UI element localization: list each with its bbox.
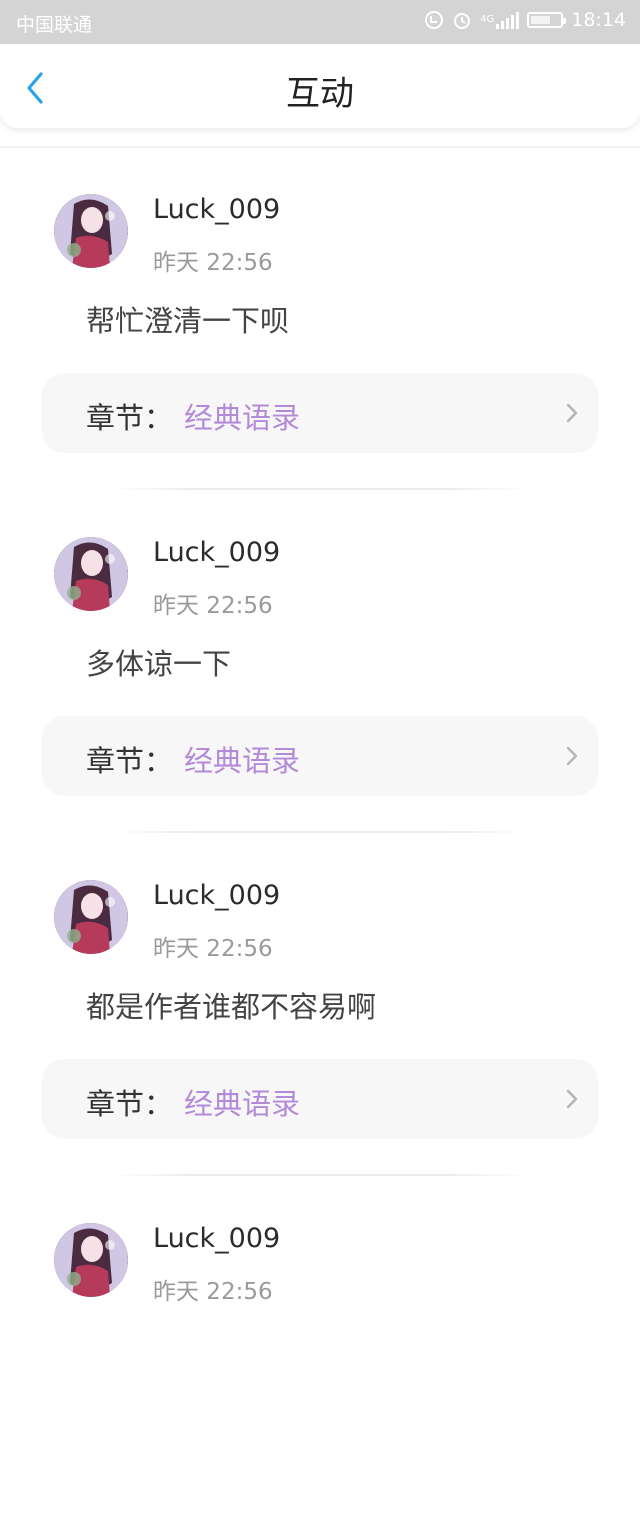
timestamp: 昨天 22:56	[153, 1279, 273, 1305]
item-divider	[110, 831, 530, 833]
network-type-label: 4G	[480, 14, 495, 25]
avatar-image	[54, 194, 128, 268]
avatar-image	[54, 880, 128, 954]
chapter-name: 经典语录	[184, 1087, 301, 1121]
chevron-right-icon	[566, 746, 578, 766]
username[interactable]: Luck_009	[153, 880, 280, 911]
chapter-link[interactable]: 章节： 经典语录	[42, 1059, 598, 1139]
chapter-link[interactable]: 章节： 经典语录	[42, 716, 598, 796]
comment-text: 都是作者谁都不容易啊	[86, 990, 377, 1024]
chapter-label: 章节：	[86, 401, 174, 435]
comment-item[interactable]: Luck_009 昨天 22:56 多体谅一下 章节： 经典语录	[0, 491, 640, 834]
status-bar: 中国联通 4G 18:14	[0, 0, 640, 44]
avatar[interactable]	[54, 1223, 128, 1297]
avatar[interactable]	[54, 880, 128, 954]
username[interactable]: Luck_009	[153, 537, 280, 568]
avatar[interactable]	[54, 537, 128, 611]
comment-text: 多体谅一下	[86, 647, 232, 681]
battery-icon	[527, 12, 567, 28]
comment-item[interactable]: Luck_009 昨天 22:56	[0, 1177, 640, 1520]
chapter-link[interactable]: 章节： 经典语录	[42, 373, 598, 453]
avatar[interactable]	[54, 194, 128, 268]
chapter-label: 章节：	[86, 744, 174, 778]
comment-item[interactable]: Luck_009 昨天 22:56 帮忙澄清一下呗 章节： 经典语录	[0, 148, 640, 491]
data-saver-icon	[425, 11, 444, 29]
carrier-label: 中国联通	[16, 14, 93, 36]
username[interactable]: Luck_009	[153, 194, 280, 225]
timestamp: 昨天 22:56	[153, 250, 273, 276]
avatar-image	[54, 537, 128, 611]
comment-text: 帮忙澄清一下呗	[86, 304, 290, 338]
chapter-label: 章节：	[86, 1087, 174, 1121]
chevron-right-icon	[566, 1089, 578, 1109]
avatar-image	[54, 1223, 128, 1297]
chapter-name: 经典语录	[184, 744, 301, 778]
chevron-right-icon	[566, 403, 578, 423]
comment-item[interactable]: Luck_009 昨天 22:56 都是作者谁都不容易啊 章节： 经典语录	[0, 834, 640, 1177]
status-icons: 4G 18:14	[424, 9, 626, 31]
navigation-bar: 互动	[0, 44, 640, 128]
item-divider	[110, 1174, 530, 1176]
timestamp: 昨天 22:56	[153, 936, 273, 962]
item-divider	[110, 488, 530, 490]
signal-icon	[496, 11, 520, 29]
alarm-icon	[454, 13, 471, 29]
page-title: 互动	[286, 74, 354, 114]
status-time: 18:14	[571, 9, 626, 31]
timestamp: 昨天 22:56	[153, 593, 273, 619]
comment-list: Luck_009 昨天 22:56 帮忙澄清一下呗 章节： 经典语录 Luck_…	[0, 148, 640, 1520]
chapter-name: 经典语录	[184, 401, 301, 435]
username[interactable]: Luck_009	[153, 1223, 280, 1254]
